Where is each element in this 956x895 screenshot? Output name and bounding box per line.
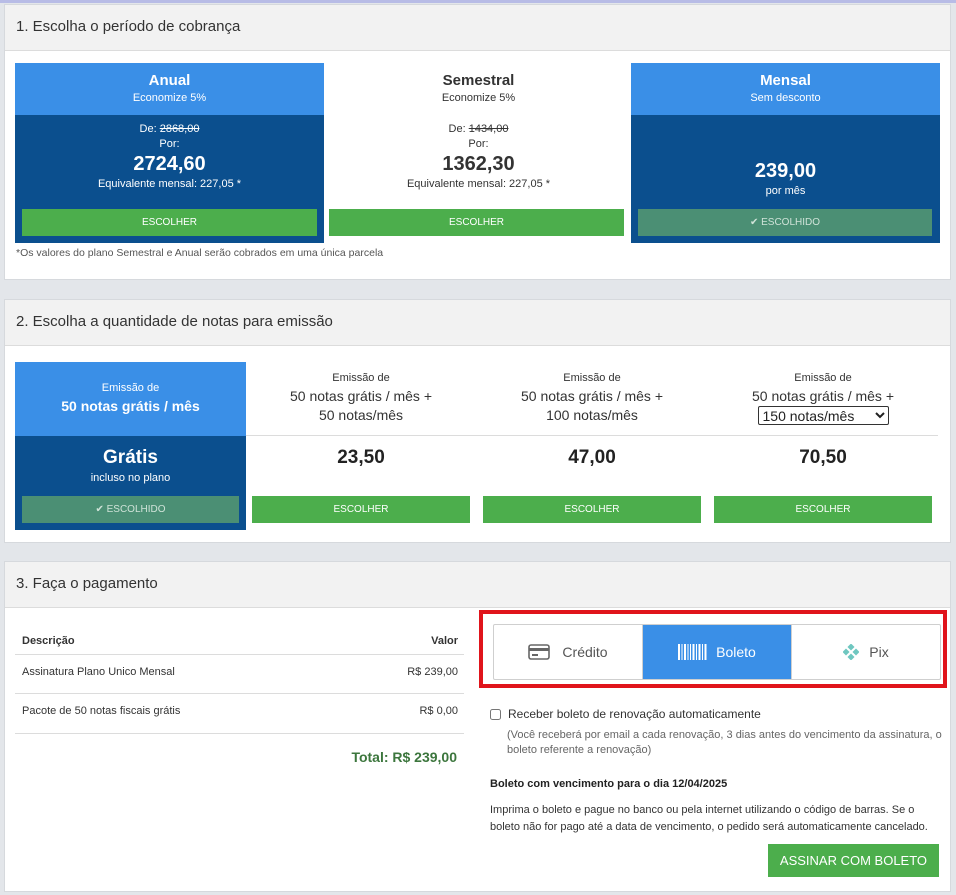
chosen-mensal-badge: ✔ ESCOLHIDO bbox=[638, 209, 932, 236]
section-title: 2. Escolha a quantidade de notas para em… bbox=[5, 300, 950, 346]
original-price: De: 1434,00 bbox=[448, 123, 509, 135]
option-sub: incluso no plano bbox=[90, 472, 171, 484]
option-line1: Emissão de bbox=[332, 372, 390, 384]
plan-name: Anual bbox=[148, 72, 191, 89]
equivalent-monthly: Equivalente mensal: 227,05 * bbox=[406, 178, 551, 190]
auto-renew-note: (Você receberá por email a cada renovaçã… bbox=[507, 729, 942, 756]
method-label: Boleto bbox=[716, 644, 756, 660]
boleto-instructions: Imprima o boleto e pague no banco ou pel… bbox=[490, 804, 928, 833]
method-pix-tab[interactable]: Pix bbox=[791, 625, 940, 679]
option-line2: 50 notas grátis / mês + bbox=[289, 388, 433, 404]
por-label: Por: bbox=[468, 138, 489, 150]
notes-option-free: Emissão de 50 notas grátis / mês Grátis … bbox=[15, 362, 246, 530]
plan-name: Mensal bbox=[760, 72, 811, 89]
method-credito-tab[interactable]: Crédito bbox=[494, 625, 642, 679]
order-total: Total: R$ 239,00 bbox=[351, 749, 457, 765]
sign-with-boleto-button[interactable]: ASSINAR COM BOLETO bbox=[768, 844, 939, 877]
notes-option-100: Emissão de 50 notas grátis / mês + 100 n… bbox=[483, 362, 701, 530]
section-title: 3. Faça o pagamento bbox=[5, 562, 950, 608]
column-header: Valor bbox=[431, 635, 458, 647]
row-description: Assinatura Plano Unico Mensal bbox=[22, 666, 175, 678]
notes-option-custom: Emissão de 50 notas grátis / mês + 150 n… bbox=[714, 362, 932, 530]
choose-notes-50-button[interactable]: ESCOLHER bbox=[252, 496, 470, 523]
row-value: R$ 239,00 bbox=[407, 666, 458, 678]
order-summary-table: Descrição Valor Assinatura Plano Unico M… bbox=[15, 622, 464, 734]
option-line3: 50 notas/mês bbox=[318, 407, 404, 423]
due-date-text: Boleto com vencimento para o dia 12/04/2… bbox=[490, 778, 728, 790]
method-boleto-tab[interactable]: Boleto bbox=[642, 625, 791, 679]
option-line1: Emissão de bbox=[101, 382, 160, 394]
notes-quantity-panel: 2. Escolha a quantidade de notas para em… bbox=[4, 299, 951, 543]
plan-price: 239,00 bbox=[754, 160, 817, 182]
credit-card-icon bbox=[528, 644, 551, 660]
billing-period-panel: 1. Escolha o período de cobrança Anual E… bbox=[4, 4, 951, 280]
plan-price: 2724,60 bbox=[133, 153, 206, 175]
table-header: Descrição Valor bbox=[15, 622, 464, 655]
option-price: 70,50 bbox=[799, 447, 847, 468]
plan-subtitle: Economize 5% bbox=[132, 92, 207, 104]
column-header: Descrição bbox=[22, 635, 75, 647]
option-line2: 50 notas grátis / mês + bbox=[751, 388, 895, 404]
option-line3: 100 notas/mês bbox=[546, 407, 638, 423]
barcode-icon bbox=[678, 644, 708, 660]
option-line2: 50 notas grátis / mês + bbox=[520, 388, 664, 404]
table-row: Pacote de 50 notas fiscais grátis R$ 0,0… bbox=[15, 694, 464, 734]
row-value: R$ 0,00 bbox=[419, 705, 458, 717]
table-row: Assinatura Plano Unico Mensal R$ 239,00 bbox=[15, 655, 464, 694]
plan-subtitle: Sem desconto bbox=[750, 92, 821, 104]
section-title: 1. Escolha o período de cobrança bbox=[5, 5, 950, 51]
method-label: Crédito bbox=[562, 644, 608, 660]
check-icon: ✔ bbox=[749, 217, 759, 228]
per-month-label: por mês bbox=[765, 185, 806, 197]
option-price: Grátis bbox=[103, 447, 158, 468]
top-accent-line bbox=[0, 0, 956, 3]
option-line1: Emissão de bbox=[794, 372, 852, 384]
por-label: Por: bbox=[159, 138, 180, 150]
row-description: Pacote de 50 notas fiscais grátis bbox=[22, 705, 181, 717]
method-label: Pix bbox=[869, 644, 889, 660]
original-price: De: 2868,00 bbox=[139, 123, 200, 135]
option-price: 47,00 bbox=[568, 447, 616, 468]
auto-renew-checkbox[interactable] bbox=[490, 708, 501, 720]
payment-method-highlight: Crédito Boleto Pix bbox=[479, 610, 947, 688]
plan-footnote: *Os valores do plano Semestral e Anual s… bbox=[16, 247, 384, 259]
choose-semestral-button[interactable]: ESCOLHER bbox=[329, 209, 624, 236]
choose-notes-custom-button[interactable]: ESCOLHER bbox=[714, 496, 932, 523]
equivalent-monthly: Equivalente mensal: 227,05 * bbox=[97, 178, 242, 190]
chosen-notes-badge: ✔ ESCOLHIDO bbox=[22, 496, 239, 523]
option-line1: Emissão de bbox=[563, 372, 621, 384]
divider bbox=[246, 435, 938, 436]
auto-renew-label: Receber boleto de renovação automaticame… bbox=[508, 707, 761, 721]
option-line2: 50 notas grátis / mês bbox=[61, 398, 200, 414]
check-icon: ✔ bbox=[95, 504, 104, 515]
choose-anual-button[interactable]: ESCOLHER bbox=[22, 209, 317, 236]
plan-subtitle: Economize 5% bbox=[441, 92, 516, 104]
plan-price: 1362,30 bbox=[442, 153, 515, 175]
option-price: 23,50 bbox=[337, 447, 385, 468]
payment-panel: 3. Faça o pagamento Descrição Valor Assi… bbox=[4, 561, 951, 892]
auto-renew-option[interactable]: Receber boleto de renovação automaticame… bbox=[490, 707, 761, 721]
plan-name: Semestral bbox=[442, 72, 515, 89]
notes-quantity-select[interactable]: 150 notas/mês bbox=[757, 406, 889, 425]
plan-card-semestral: Semestral Economize 5% De: 1434,00 Por: … bbox=[324, 63, 633, 243]
payment-method-selector: Crédito Boleto Pix bbox=[493, 624, 941, 680]
pix-icon bbox=[843, 644, 860, 660]
plan-card-anual: Anual Economize 5% De: 2868,00 Por: 2724… bbox=[15, 63, 324, 243]
choose-notes-100-button[interactable]: ESCOLHER bbox=[483, 496, 701, 523]
notes-option-50: Emissão de 50 notas grátis / mês + 50 no… bbox=[252, 362, 470, 530]
plan-card-mensal: Mensal Sem desconto 239,00 por mês ✔ ESC… bbox=[631, 63, 940, 243]
